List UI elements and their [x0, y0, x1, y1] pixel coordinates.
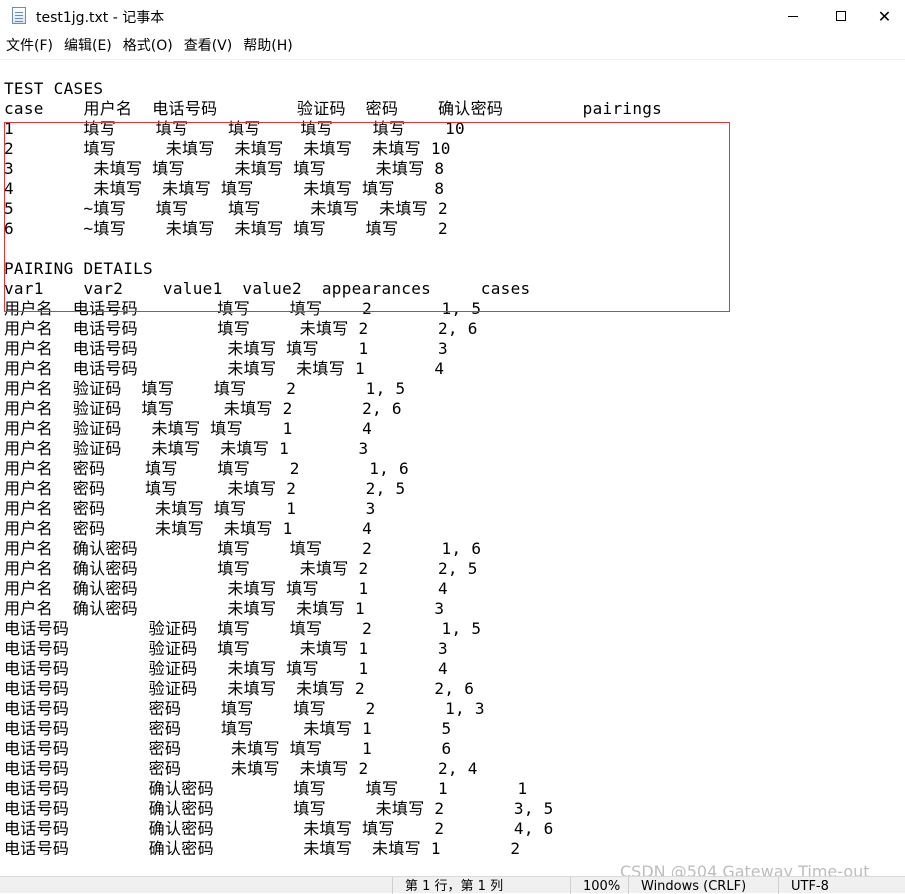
menu-format[interactable]: 格式(O) [118, 34, 178, 58]
menu-bar: 文件(F) 编辑(E) 格式(O) 查看(V) 帮助(H) [0, 34, 905, 58]
menu-view[interactable]: 查看(V) [179, 34, 238, 58]
menu-edit[interactable]: 编辑(E) [59, 34, 117, 58]
editor-content[interactable]: TEST CASES case 用户名 电话号码 验证码 密码 确认密码 pai… [4, 79, 662, 855]
status-zoom: 100% [570, 877, 628, 894]
menu-file[interactable]: 文件(F) [1, 34, 58, 58]
status-cursor-position: 第 1 行，第 1 列 [392, 877, 570, 894]
text-editor[interactable]: TEST CASES case 用户名 电话号码 验证码 密码 确认密码 pai… [0, 60, 905, 855]
status-line-ending: Windows (CRLF) [628, 877, 778, 894]
maximize-button[interactable] [818, 0, 864, 32]
status-encoding: UTF-8 [778, 877, 905, 894]
close-button[interactable]: ✕ [864, 0, 905, 32]
maximize-icon [836, 11, 846, 21]
window-title: test1jg.txt - 记事本 [36, 10, 165, 26]
close-icon: ✕ [877, 6, 892, 26]
minimize-button[interactable] [770, 0, 816, 32]
menu-help[interactable]: 帮助(H) [238, 34, 297, 58]
status-bar: 第 1 行，第 1 列 100% Windows (CRLF) UTF-8 [0, 876, 905, 894]
title-bar[interactable]: test1jg.txt - 记事本 ✕ [0, 0, 905, 32]
minimize-icon [788, 15, 798, 17]
notepad-icon [12, 7, 26, 24]
